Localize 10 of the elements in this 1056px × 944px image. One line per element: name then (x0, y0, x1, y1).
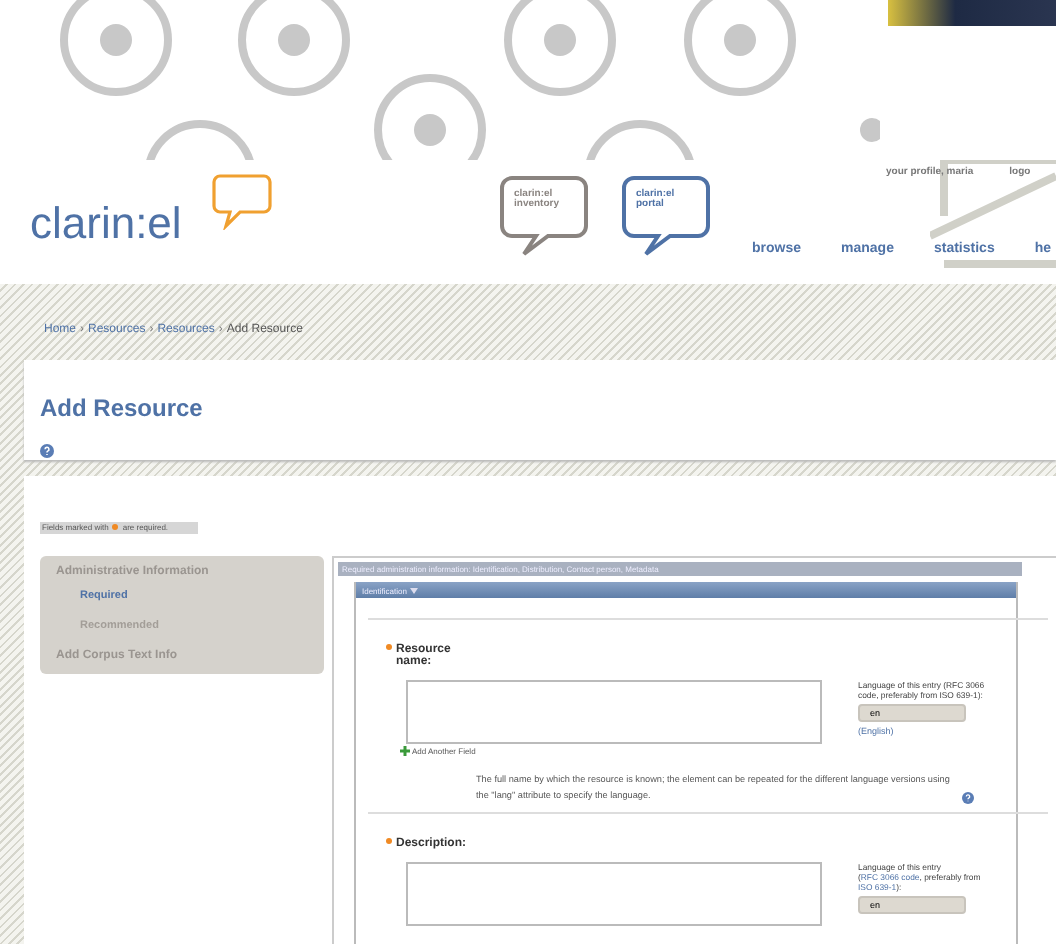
required-marker-icon (112, 524, 119, 530)
text-area[interactable] (406, 862, 822, 926)
page-title: Add Resource (40, 394, 205, 422)
plus-icon (400, 746, 410, 756)
text-area[interactable] (406, 680, 822, 744)
help-icon[interactable] (962, 792, 974, 804)
logo-text[interactable]: clarin:el (30, 198, 182, 250)
speech-bubble-icon (210, 174, 274, 230)
help-icon[interactable] (40, 444, 54, 459)
toggle-icon[interactable] (410, 586, 419, 594)
